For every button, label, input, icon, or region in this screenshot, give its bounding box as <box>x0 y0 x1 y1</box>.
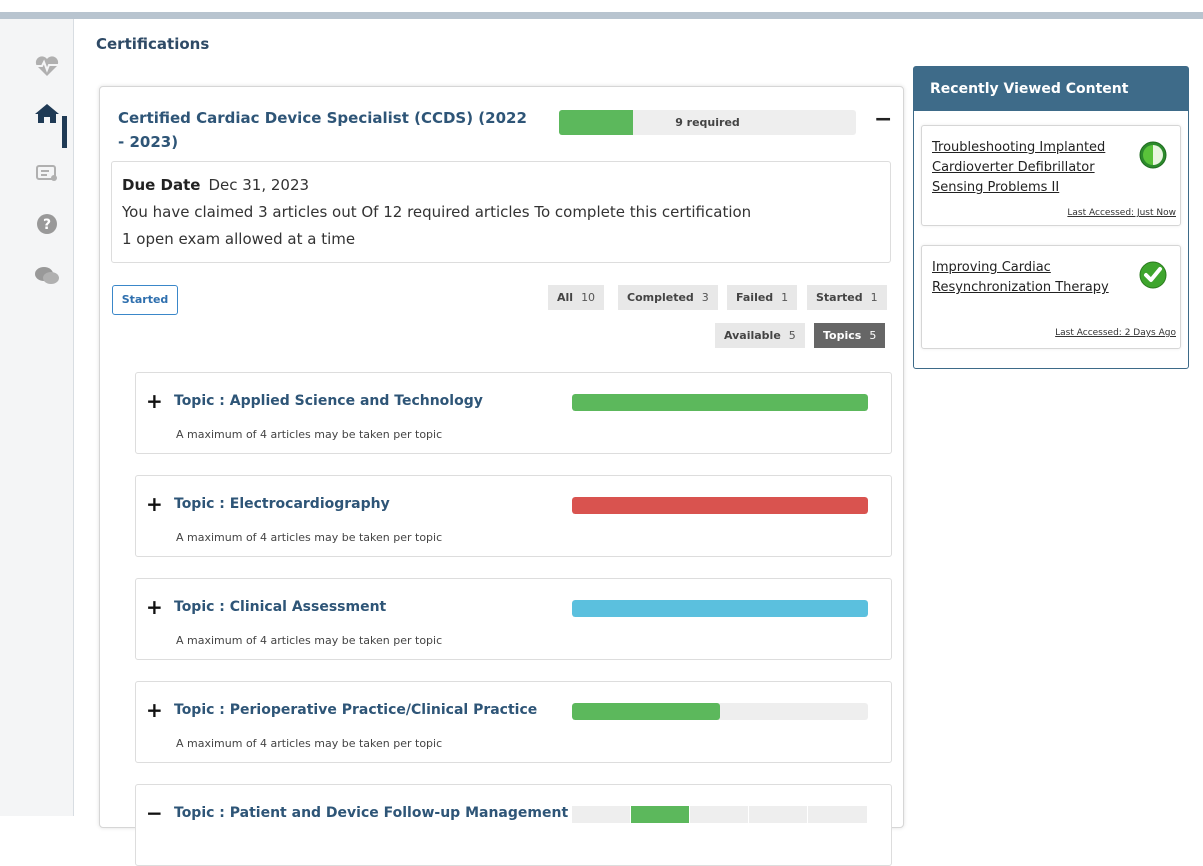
filter-topics[interactable]: Topics 5 <box>814 323 886 348</box>
content-link[interactable]: Improving Cardiac Resynchronization Ther… <box>932 258 1132 298</box>
filter-failed[interactable]: Failed 1 <box>727 285 798 310</box>
topic-title[interactable]: Topic : Applied Science and Technology <box>174 393 483 409</box>
filter-label: Started <box>816 291 863 304</box>
recently-viewed-item: Troubleshooting Implanted Cardioverter D… <box>921 125 1181 226</box>
topic-title[interactable]: Topic : Patient and Device Follow-up Man… <box>174 805 568 821</box>
filter-label: All <box>557 291 574 304</box>
filter-completed[interactable]: Completed 3 <box>618 285 718 310</box>
certificate-icon[interactable] <box>33 159 61 187</box>
topic-row: + Topic : Applied Science and Technology… <box>135 372 892 454</box>
due-date-line: Due Date Dec 31, 2023 <box>122 176 309 194</box>
filter-label: Topics <box>823 329 862 342</box>
filter-count: 5 <box>869 329 877 342</box>
recently-viewed-header: Recently Viewed Content <box>914 67 1188 111</box>
topic-note: A maximum of 4 articles may be taken per… <box>176 531 443 544</box>
svg-text:?: ? <box>43 217 51 233</box>
topic-progress-fill <box>572 497 868 514</box>
chat-icon[interactable] <box>33 262 61 290</box>
topic-progress-fill <box>572 394 868 411</box>
topic-row: + Topic : Clinical Assessment A maximum … <box>135 578 892 660</box>
expand-toggle[interactable]: + <box>146 595 163 619</box>
status-started-button[interactable]: Started <box>112 285 178 315</box>
topic-note: A maximum of 4 articles may be taken per… <box>176 737 443 750</box>
certification-title[interactable]: Certified Cardiac Device Specialist (CCD… <box>118 106 538 154</box>
topic-note: A maximum of 4 articles may be taken per… <box>176 428 443 441</box>
content-link[interactable]: Troubleshooting Implanted Cardioverter D… <box>932 138 1132 198</box>
claimed-text: You have claimed 3 articles out Of 12 re… <box>122 203 752 221</box>
progress-segment <box>808 806 868 823</box>
exam-text: 1 open exam allowed at a time <box>122 230 356 248</box>
progress-segment <box>690 806 749 823</box>
topic-row: + Topic : Electrocardiography A maximum … <box>135 475 892 557</box>
expand-toggle[interactable]: + <box>146 389 163 413</box>
filter-count: 5 <box>788 329 796 342</box>
topic-progress-fill <box>572 703 720 720</box>
recently-viewed-panel: Recently Viewed Content Troubleshooting … <box>913 66 1189 369</box>
topic-row: − Topic : Patient and Device Follow-up M… <box>135 784 892 866</box>
topic-progress-bar <box>572 600 868 617</box>
topic-progress-bar <box>572 394 868 411</box>
topic-title[interactable]: Topic : Clinical Assessment <box>174 599 386 615</box>
active-nav-indicator <box>62 116 67 148</box>
filter-label: Failed <box>736 291 774 304</box>
topic-progress-bar <box>572 497 868 514</box>
filter-label: Completed <box>627 291 694 304</box>
due-date-label: Due Date <box>122 176 201 194</box>
filter-label: Available <box>724 329 781 342</box>
filter-all[interactable]: All 10 <box>548 285 605 310</box>
collapse-button[interactable]: − <box>874 107 892 132</box>
certification-info: Due Date Dec 31, 2023 You have claimed 3 … <box>111 161 891 263</box>
topic-progress-bar <box>572 806 868 823</box>
page-title: Certifications <box>96 35 210 53</box>
top-strip <box>0 12 1203 19</box>
topic-row: + Topic : Perioperative Practice/Clinica… <box>135 681 892 763</box>
requirement-progress-bar: 9 required <box>559 110 856 135</box>
topic-note: A maximum of 4 articles may be taken per… <box>176 634 443 647</box>
filter-started[interactable]: Started 1 <box>807 285 887 310</box>
home-icon[interactable] <box>33 99 61 127</box>
last-accessed: Last Accessed: 2 Days Ago <box>1055 328 1176 338</box>
sidebar: ? <box>0 19 74 816</box>
topic-progress-fill <box>572 600 868 617</box>
certification-card: Certified Cardiac Device Specialist (CCD… <box>99 86 904 866</box>
last-accessed: Last Accessed: Just Now <box>1067 208 1176 218</box>
filter-count: 1 <box>870 291 878 304</box>
topic-title[interactable]: Topic : Perioperative Practice/Clinical … <box>174 702 537 718</box>
progress-segment <box>572 806 631 823</box>
progress-segment-filled <box>631 806 690 823</box>
filter-count: 10 <box>581 291 596 304</box>
heartbeat-icon[interactable] <box>33 52 61 80</box>
filter-count: 1 <box>781 291 789 304</box>
requirement-text: 9 required <box>675 116 740 129</box>
collapse-toggle[interactable]: − <box>146 801 163 825</box>
filter-available[interactable]: Available 5 <box>715 323 805 348</box>
due-date-value: Dec 31, 2023 <box>208 176 310 194</box>
progress-segment <box>749 806 808 823</box>
topic-title[interactable]: Topic : Electrocardiography <box>174 496 390 512</box>
help-icon[interactable]: ? <box>33 210 61 238</box>
expand-toggle[interactable]: + <box>146 492 163 516</box>
expand-toggle[interactable]: + <box>146 698 163 722</box>
filter-count: 3 <box>701 291 709 304</box>
check-icon <box>1138 260 1168 290</box>
topic-progress-bar <box>572 703 868 720</box>
half-progress-icon <box>1138 140 1168 170</box>
recently-viewed-item: Improving Cardiac Resynchronization Ther… <box>921 245 1181 349</box>
